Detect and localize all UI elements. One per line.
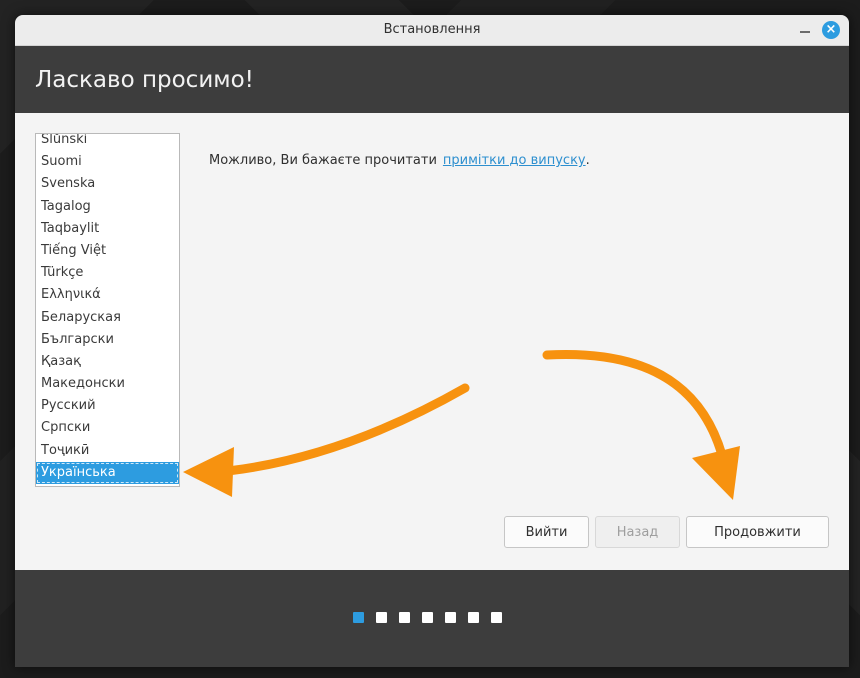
progress-dot xyxy=(468,612,479,623)
language-item[interactable]: Беларуская xyxy=(36,307,179,329)
progress-dot xyxy=(376,612,387,623)
back-button[interactable]: Назад xyxy=(595,516,680,548)
language-item[interactable]: Tagalog xyxy=(36,196,179,218)
language-item[interactable]: Тоҷикӣ xyxy=(36,440,179,462)
release-notes-prefix: Можливо, Ви бажаєте прочитати xyxy=(209,153,437,168)
language-item[interactable]: Türkçe xyxy=(36,262,179,284)
language-item[interactable]: Ελληνικά xyxy=(36,284,179,306)
release-notes-text: Можливо, Ви бажаєте прочитати примітки до… xyxy=(209,153,590,168)
welcome-header: Ласкаво просимо! xyxy=(15,46,849,113)
language-item[interactable]: Русский xyxy=(36,395,179,417)
language-item[interactable]: Українська xyxy=(36,461,179,484)
language-item[interactable]: Tiếng Việt xyxy=(36,240,179,262)
main-content: Ślůnski Suomi Svenska Tagalog Taqbaylit Tiếng… xyxy=(15,113,849,570)
page-title: Ласкаво просимо! xyxy=(35,67,254,93)
language-item[interactable]: Қазақ xyxy=(36,351,179,373)
minimize-icon[interactable] xyxy=(800,31,810,33)
progress-footer xyxy=(15,570,849,667)
release-notes-link[interactable]: примітки до випуску xyxy=(443,153,586,168)
close-icon[interactable]: × xyxy=(822,21,840,39)
language-item[interactable]: Български xyxy=(36,329,179,351)
progress-dot xyxy=(491,612,502,623)
continue-button[interactable]: Продовжити xyxy=(686,516,829,548)
title-bar: Встановлення × xyxy=(15,15,849,46)
language-item[interactable]: Suomi xyxy=(36,151,179,173)
language-item[interactable]: Taqbaylit xyxy=(36,218,179,240)
progress-dot xyxy=(399,612,410,623)
language-item[interactable]: Svenska xyxy=(36,173,179,195)
progress-dot xyxy=(353,612,364,623)
language-item[interactable]: Ślůnski xyxy=(36,134,179,151)
quit-button[interactable]: Вийти xyxy=(504,516,589,548)
progress-indicator xyxy=(353,612,502,623)
window-title: Встановлення xyxy=(383,22,481,37)
language-item[interactable]: Македонски xyxy=(36,373,179,395)
language-item[interactable]: Српски xyxy=(36,417,179,439)
language-list[interactable]: Ślůnski Suomi Svenska Tagalog Taqbaylit Tiếng… xyxy=(35,133,180,487)
installer-window: Встановлення × Ласкаво просимо! Ślůnski S… xyxy=(15,15,849,667)
release-notes-suffix: . xyxy=(585,153,590,168)
progress-dot xyxy=(445,612,456,623)
progress-dot xyxy=(422,612,433,623)
